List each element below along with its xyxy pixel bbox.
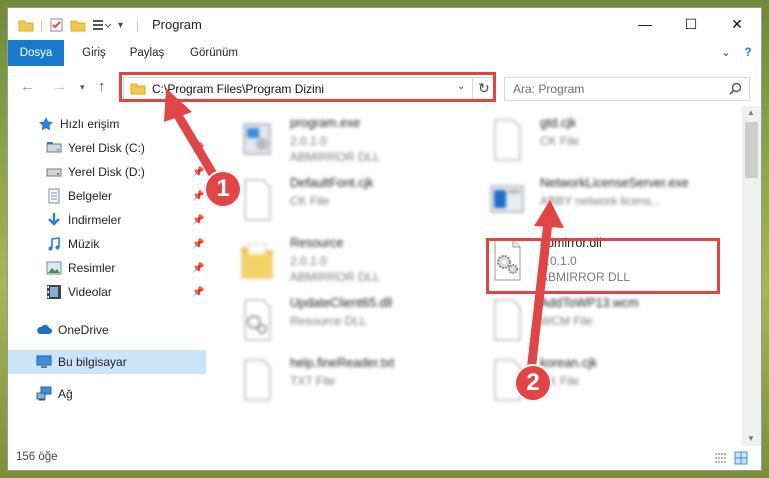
arrow-2 (525, 217, 553, 385)
arrowhead-2 (534, 200, 564, 228)
step-badge-1: 1 (204, 170, 242, 208)
step-badge-2: 2 (514, 364, 552, 402)
annotation-arrows (164, 88, 564, 385)
explorer-window: | ▾ | Program — ☐ ✕ Dosya Giriş Paylaş G… (8, 8, 761, 470)
arrowhead-1 (164, 88, 192, 122)
